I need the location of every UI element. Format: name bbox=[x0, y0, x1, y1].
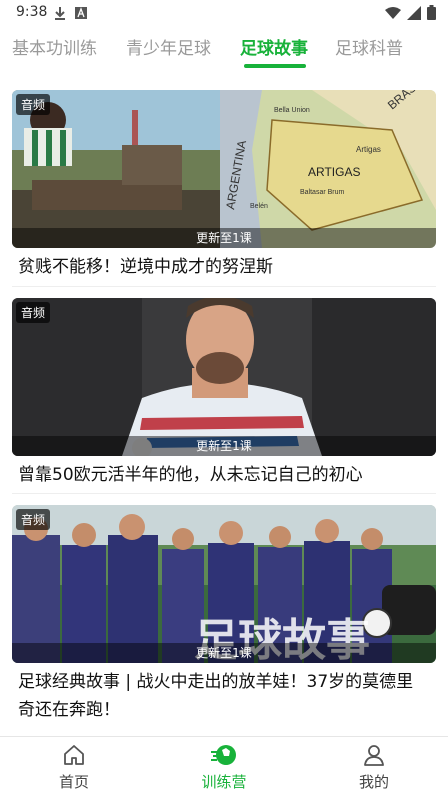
bottom-nav: 首页 训练营 我的 bbox=[0, 736, 448, 797]
tab-football-stories[interactable]: 足球故事 bbox=[240, 34, 308, 59]
map-label-artigas: Artigas bbox=[356, 145, 381, 154]
story-image: ARGENTINA BRASIL ARTIGAS Artigas Bella U… bbox=[12, 90, 436, 248]
story-title[interactable]: 贫贱不能移！逆境中成才的努涅斯 bbox=[18, 253, 432, 281]
story-card[interactable]: 音频 更新至1课 曾靠50欧元活半年的他，从未忘记自己的初心 bbox=[12, 298, 436, 492]
update-status: 更新至1课 bbox=[12, 643, 436, 663]
story-thumbnail[interactable]: 音频 更新至1课 bbox=[12, 298, 436, 456]
nav-profile[interactable]: 我的 bbox=[324, 743, 424, 792]
tab-basic-training[interactable]: 基本功训练 bbox=[12, 34, 97, 59]
story-title-line: 足球经典故事 | 战火中走出的放羊娃！37岁的莫德里 bbox=[18, 672, 414, 692]
story-thumbnail[interactable]: ARGENTINA BRASIL ARTIGAS Artigas Bella U… bbox=[12, 90, 436, 248]
nav-training-camp[interactable]: 训练营 bbox=[174, 743, 274, 792]
soccer-ball-icon bbox=[211, 745, 236, 765]
status-time: 9:38 bbox=[16, 4, 48, 20]
signal-icon bbox=[407, 5, 421, 20]
story-title[interactable]: 曾靠50欧元活半年的他，从未忘记自己的初心 bbox=[18, 461, 432, 489]
audio-badge: 音频 bbox=[16, 94, 51, 115]
map-label-belen: Belén bbox=[250, 203, 268, 210]
nav-home[interactable]: 首页 bbox=[24, 743, 124, 792]
story-image bbox=[12, 298, 436, 456]
nav-label: 我的 bbox=[358, 773, 389, 791]
tab-youth-football[interactable]: 青少年足球 bbox=[126, 34, 211, 59]
battery-icon bbox=[427, 5, 436, 20]
map-label-baltasar-brum: Baltasar Brum bbox=[300, 189, 345, 196]
story-title-line: 奇还在奔跑！ bbox=[18, 700, 120, 720]
divider bbox=[12, 286, 436, 287]
download-icon bbox=[55, 7, 65, 20]
nav-label: 首页 bbox=[58, 773, 89, 791]
story-image: 足球故事 bbox=[12, 505, 436, 663]
nav-label: 训练营 bbox=[201, 773, 247, 791]
user-icon bbox=[364, 745, 384, 766]
status-bar: 9:38 bbox=[0, 0, 448, 26]
audio-badge: 音频 bbox=[16, 302, 51, 323]
active-tab-indicator bbox=[244, 64, 306, 68]
story-card[interactable]: 足球故事 音频 更新至1课 足球经典故事 | 战火中走出的放羊娃！37岁的莫德里… bbox=[12, 505, 436, 727]
font-icon bbox=[75, 7, 87, 19]
wifi-icon bbox=[385, 6, 401, 19]
story-card[interactable]: ARGENTINA BRASIL ARTIGAS Artigas Bella U… bbox=[12, 90, 436, 286]
audio-badge: 音频 bbox=[16, 509, 51, 530]
map-label-artigas-region: ARTIGAS bbox=[308, 165, 360, 179]
story-thumbnail[interactable]: 足球故事 音频 更新至1课 bbox=[12, 505, 436, 663]
home-icon bbox=[64, 745, 84, 765]
map-label-bella-union: Bella Union bbox=[274, 107, 310, 114]
story-title[interactable]: 足球经典故事 | 战火中走出的放羊娃！37岁的莫德里 奇还在奔跑！ bbox=[18, 668, 432, 724]
divider bbox=[12, 493, 436, 494]
update-status: 更新至1课 bbox=[12, 228, 436, 248]
tab-football-science[interactable]: 足球科普 bbox=[335, 34, 403, 59]
update-status: 更新至1课 bbox=[12, 436, 436, 456]
category-tabs: 基本功训练 青少年足球 足球故事 足球科普 bbox=[0, 30, 448, 74]
